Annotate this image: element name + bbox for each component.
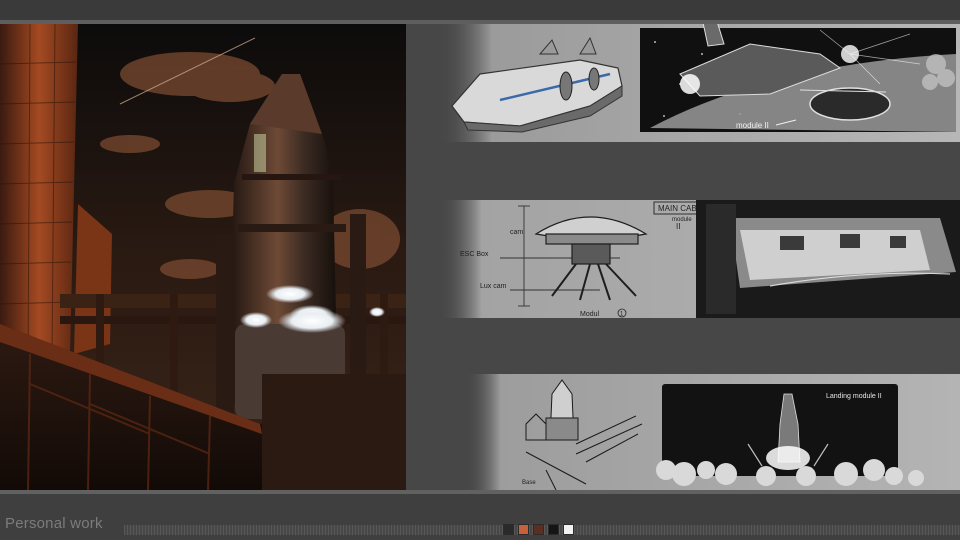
swatch-4[interactable] [548,524,559,535]
sketch-panel-1: module II [440,24,960,142]
concept-painting [0,24,406,490]
panel-3-note: Landing module II [826,393,882,400]
swatch-5[interactable] [563,524,574,535]
swatch-2[interactable] [518,524,529,535]
footer-bar: Personal work [0,494,960,540]
label-esc-box: ESC Box [460,251,489,258]
main-cab-roman: II [676,222,680,231]
swatch-1[interactable] [503,524,514,535]
label-lux-cam: Lux cam [480,283,507,290]
top-strip [0,0,960,20]
sketch-panel-3: Base Landing module II [466,374,960,490]
main-cab-title: MAIN CAB [658,204,697,213]
label-cam: cam [510,229,523,236]
color-palette [503,524,574,535]
storyboard-area: module II cam ESC Box Lux cam Modul 1 MA… [406,24,960,490]
footer-title: Personal work [5,515,103,532]
panel-1-note: module II [736,121,769,130]
swatch-3[interactable] [533,524,544,535]
sketch-panel-2: cam ESC Box Lux cam Modul 1 MAIN CAB mod… [440,200,960,318]
panel-2-caption: Modul [580,311,600,318]
base-tag: Base [522,480,536,486]
